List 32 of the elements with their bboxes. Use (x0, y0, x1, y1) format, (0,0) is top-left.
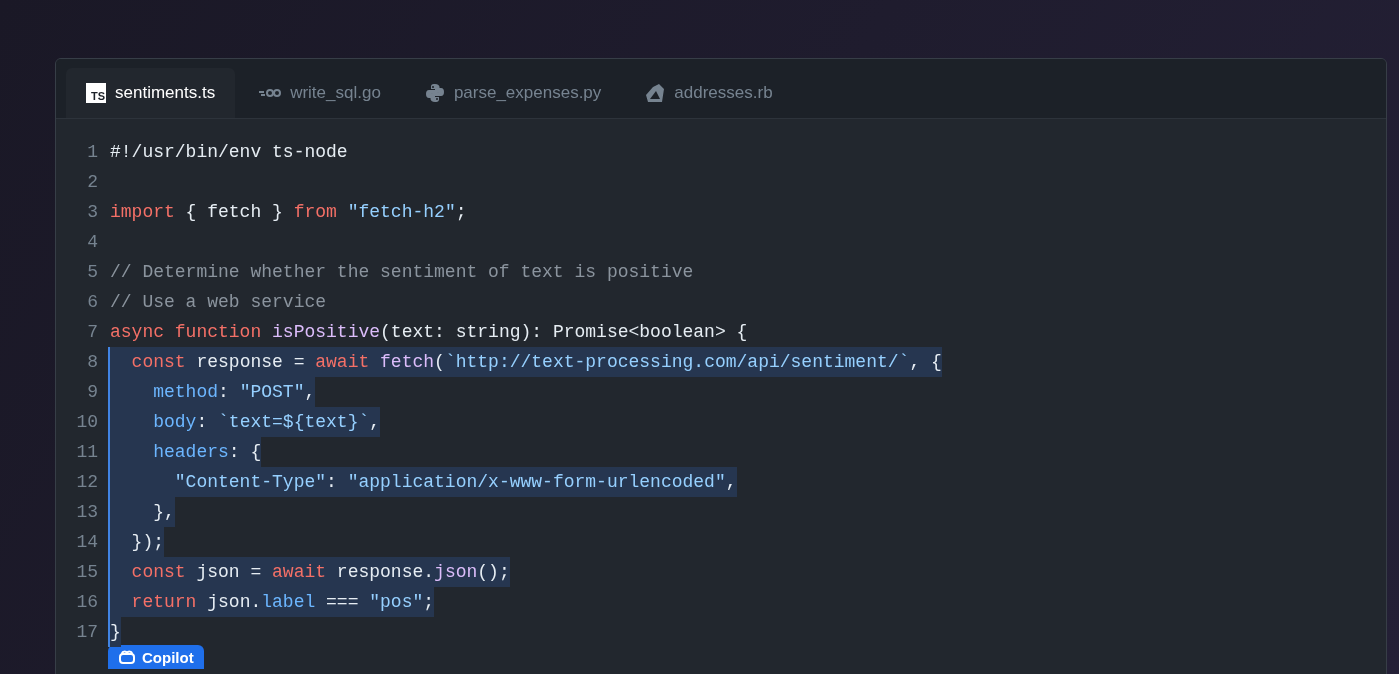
file-tab[interactable]: TS sentiments.ts (66, 68, 236, 118)
ruby-icon (645, 83, 666, 103)
code-line: // Determine whether the sentiment of text is positive (110, 261, 694, 284)
line-number: 6 (86, 292, 99, 312)
file-tab[interactable]: parse_expenses.py (404, 68, 622, 118)
line-number: 13 (75, 502, 99, 522)
typescript-icon: TS (86, 83, 106, 103)
line-number: 2 (86, 172, 99, 192)
line-number: 4 (86, 232, 99, 252)
file-tab[interactable]: addresses.rb (625, 68, 793, 118)
line-number: 14 (75, 532, 99, 552)
line-number: 3 (86, 202, 99, 222)
copilot-button[interactable]: Copilot (108, 645, 204, 669)
line-number: 1 (86, 142, 99, 162)
line-number: 8 (86, 352, 99, 372)
line-number: 12 (75, 472, 99, 492)
code-line: #!/usr/bin/env ts-node (110, 141, 348, 164)
file-tab[interactable]: write_sql.go (239, 68, 401, 118)
go-icon (259, 87, 282, 99)
code-line: // Use a web service (110, 291, 327, 314)
code-line: async function isPositive(text: string): Promise<boolean> { (110, 321, 748, 344)
line-number: 11 (75, 442, 99, 462)
python-icon (424, 83, 445, 103)
line-number: 17 (75, 622, 99, 642)
line-number: 7 (86, 322, 99, 342)
line-number: 10 (75, 412, 99, 432)
copilot-icon (118, 649, 136, 665)
line-number: 15 (75, 562, 99, 582)
line-number: 16 (75, 592, 99, 612)
line-number: 5 (86, 262, 99, 282)
line-number: 9 (86, 382, 99, 402)
code-line: import { fetch } from "fetch-h2"; (110, 201, 467, 224)
